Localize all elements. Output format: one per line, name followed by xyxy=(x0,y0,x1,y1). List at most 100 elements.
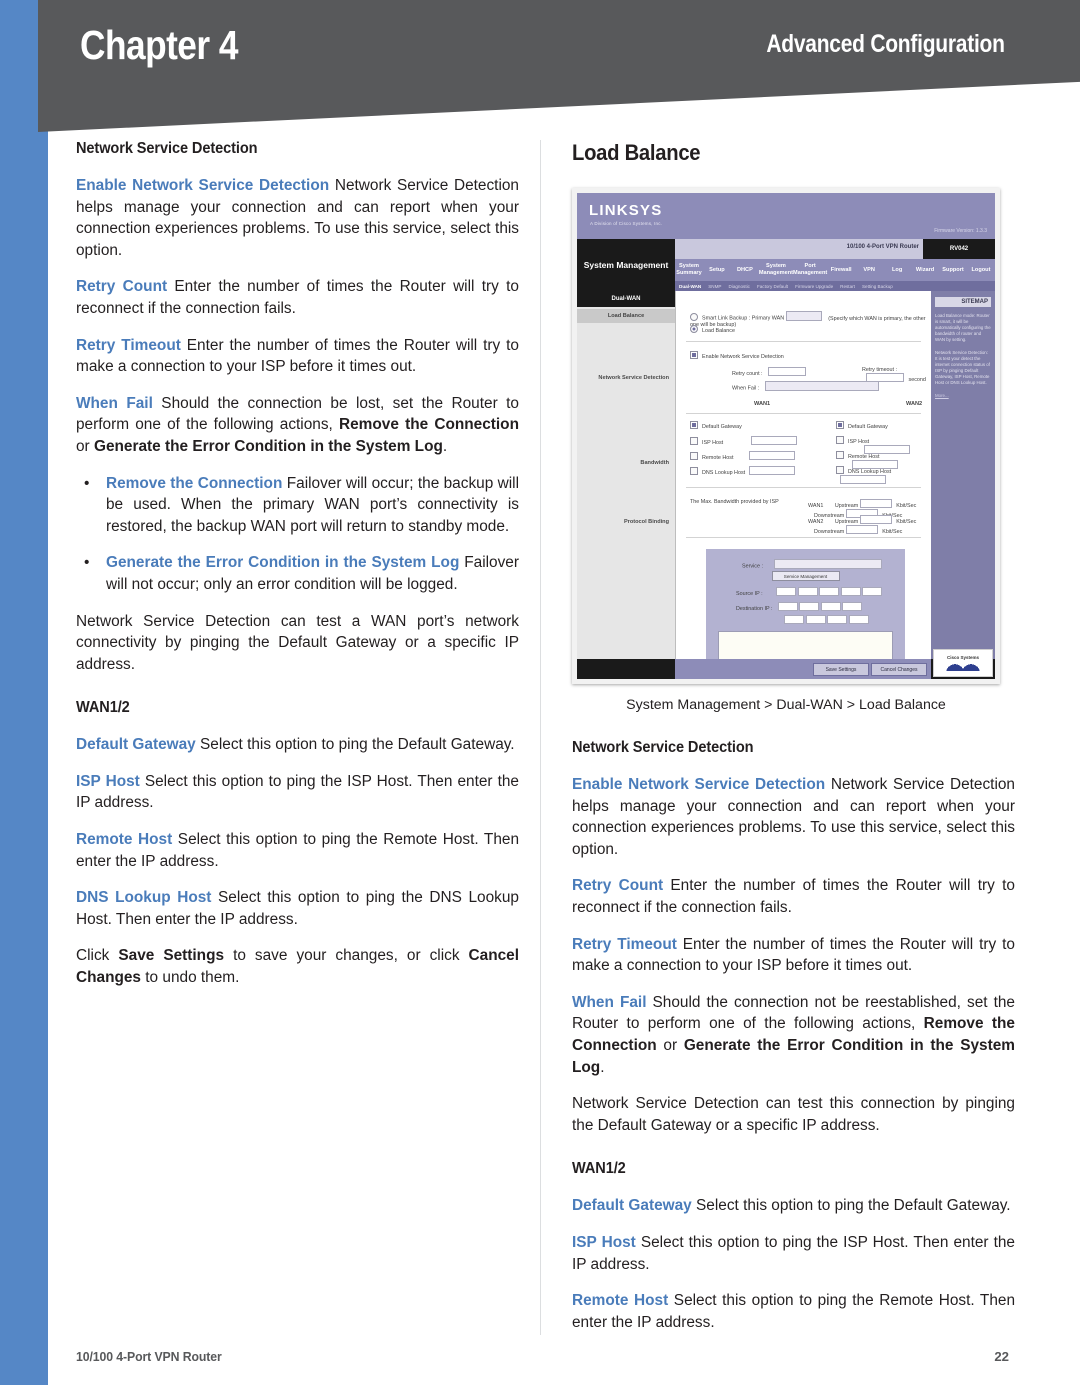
left-paragraph-dns-lookup-host: DNS Lookup Host Select this option to pi… xyxy=(76,887,519,930)
checkbox-wan2-default-gateway-icon[interactable] xyxy=(836,421,844,429)
input-dest-ip-r1[interactable] xyxy=(784,615,804,624)
input-dest-ip-4[interactable] xyxy=(842,602,863,611)
router-subtab-bar[interactable]: Dual-WAN SNMP Diagnostic Factory Default… xyxy=(675,281,995,291)
tab-log[interactable]: Log xyxy=(883,267,911,274)
checkbox-wan2-dns-lookup-icon[interactable] xyxy=(836,466,844,474)
input-wan2-dns-lookup[interactable] xyxy=(840,475,886,484)
column-header-wan2: WAN2 xyxy=(906,401,923,407)
input-dest-ip-2[interactable] xyxy=(799,602,820,611)
option-load-balance[interactable]: Load Balance xyxy=(690,325,735,334)
sidebar-item-dual-wan[interactable]: Dual-WAN xyxy=(577,291,675,307)
tab-dhcp[interactable]: DHCP xyxy=(731,267,759,274)
save-settings-button[interactable]: Save Settings xyxy=(813,663,869,676)
subtab-snmp[interactable]: SNMP xyxy=(708,284,721,289)
right-paragraph-nsd-test: Network Service Detection can test this … xyxy=(572,1095,1015,1134)
left-p6-text: Select this option to ping the Default G… xyxy=(195,736,515,754)
unit-retry-timeout: second xyxy=(908,377,926,383)
input-retry-count[interactable] xyxy=(768,367,807,376)
sidebar-item-load-balance[interactable]: Load Balance xyxy=(577,309,675,323)
checkbox-wan2-remote-host-icon[interactable] xyxy=(836,451,844,459)
input-source-ip-1[interactable] xyxy=(776,587,797,596)
router-main-pane: Smart Link Backup : Primary WAN (Specify… xyxy=(675,291,931,679)
service-management-button[interactable]: Service Management xyxy=(771,571,840,581)
input-source-ip-3[interactable] xyxy=(819,587,840,596)
sitemap-link[interactable]: SITEMAP xyxy=(935,297,991,307)
input-wan1-isp-host[interactable] xyxy=(751,436,798,445)
checkbox-wan2-isp-host-icon[interactable] xyxy=(836,436,844,444)
right-paragraph-default-gateway: Default Gateway Select this option to pi… xyxy=(572,1195,1015,1217)
more-link[interactable]: More... xyxy=(935,393,995,398)
input-wan2-downstream[interactable] xyxy=(845,525,878,534)
tab-port-management[interactable]: Port Management xyxy=(793,263,827,277)
tab-support[interactable]: Support xyxy=(939,267,967,274)
router-admin-viewport: LINKSYS A Division of Cisco Systems, Inc… xyxy=(577,193,995,679)
radio-load-balance-icon[interactable] xyxy=(690,325,698,333)
tab-firewall[interactable]: Firewall xyxy=(827,267,855,274)
cancel-changes-button[interactable]: Cancel Changes xyxy=(871,663,927,676)
wan1-check-dns-lookup-host[interactable]: DNS Lookup Host xyxy=(690,466,796,476)
checkbox-enable-nsd-icon[interactable] xyxy=(690,351,698,359)
router-model-badge[interactable]: RV042 xyxy=(923,239,995,259)
select-service[interactable] xyxy=(774,559,883,569)
wan1-check-default-gateway[interactable]: Default Gateway xyxy=(690,421,742,430)
right-paragraph-retry-count: Retry Count Enter the number of times th… xyxy=(572,875,1015,918)
tab-setup[interactable]: Setup xyxy=(703,267,731,274)
term-remove-the-connection: Remove the Connection xyxy=(106,474,283,492)
bottom-bar-middle: Save Settings Cancel Changes xyxy=(675,659,931,679)
divider-2 xyxy=(686,413,921,414)
input-dest-ip-r4[interactable] xyxy=(848,615,869,624)
tab-wizard[interactable]: Wizard xyxy=(911,267,939,274)
subtab-firmware-upgrade[interactable]: Firmware Upgrade xyxy=(795,284,833,289)
input-source-ip-5[interactable] xyxy=(862,587,883,596)
bold-generate-error-condition: Generate the Error Condition in the Syst… xyxy=(93,437,443,455)
bandwidth-wan2-upstream-unit: Kbit/Sec xyxy=(896,519,917,525)
left-p10-text-b: to save your changes, or click xyxy=(224,947,469,965)
column-divider xyxy=(540,140,541,1335)
input-dest-ip-3[interactable] xyxy=(820,602,841,611)
select-when-fail[interactable] xyxy=(764,381,879,391)
checkbox-wan1-dns-lookup-icon[interactable] xyxy=(690,467,698,475)
left-paragraph-when-fail: When Fail Should the connection be lost,… xyxy=(76,393,519,458)
input-dest-ip-r3[interactable] xyxy=(827,615,847,624)
input-source-ip-2[interactable] xyxy=(797,587,818,596)
wan2-check-default-gateway[interactable]: Default Gateway xyxy=(836,421,888,430)
subtab-setting-backup[interactable]: Setting Backup xyxy=(862,284,893,289)
left-bullet-list: • Remove the Connection Failover will occ… xyxy=(76,473,519,596)
input-source-ip-4[interactable] xyxy=(840,587,861,596)
subtab-restart[interactable]: Restart xyxy=(840,284,855,289)
checkbox-wan1-isp-host-icon[interactable] xyxy=(690,437,698,445)
chapter-title: Chapter 4 xyxy=(80,22,239,68)
router-tab-bar[interactable]: System Summary Setup DHCP System Managem… xyxy=(675,259,995,281)
subtab-diagnostic[interactable]: Diagnostic xyxy=(728,284,749,289)
left-paragraph-retry-count: Retry Count Enter the number of times th… xyxy=(76,276,519,319)
checkbox-enable-nsd[interactable]: Enable Network Service Detection xyxy=(690,351,784,360)
wan2-check-dns-lookup-host[interactable]: DNS Lookup Host xyxy=(836,466,931,485)
tab-vpn[interactable]: VPN xyxy=(855,267,883,274)
wan1-check-isp-host[interactable]: ISP Host xyxy=(690,436,798,446)
input-dest-ip-1[interactable] xyxy=(777,602,798,611)
input-wan1-upstream[interactable] xyxy=(859,499,892,508)
section-title: Advanced Configuration xyxy=(766,30,1006,58)
left-column: Network Service Detection Enable Network… xyxy=(76,140,519,989)
right-subhead-wan: WAN1/2 xyxy=(572,1160,626,1178)
input-wan2-upstream[interactable] xyxy=(859,515,892,524)
subtab-factory-default[interactable]: Factory Default xyxy=(757,284,788,289)
checkbox-wan1-default-gateway-icon[interactable] xyxy=(690,421,698,429)
input-dest-ip-r2[interactable] xyxy=(805,615,826,624)
term-dns-lookup-host: DNS Lookup Host xyxy=(76,889,212,907)
tab-system-management[interactable]: System Management xyxy=(759,263,793,277)
input-wan1-remote-host[interactable] xyxy=(749,451,796,460)
term-when-fail: When Fail xyxy=(572,993,647,1011)
page-content: Network Service Detection Enable Network… xyxy=(0,140,1080,1340)
input-wan1-dns-lookup[interactable] xyxy=(749,466,796,475)
left-paragraph-save-cancel: Click Save Settings to save your changes… xyxy=(76,945,519,988)
radio-smart-link-backup-icon[interactable] xyxy=(690,312,698,321)
subtab-dual-wan[interactable]: Dual-WAN xyxy=(679,284,701,289)
checkbox-wan1-remote-host-icon[interactable] xyxy=(690,452,698,460)
tab-system-summary[interactable]: System Summary xyxy=(675,263,703,277)
select-primary-wan[interactable] xyxy=(785,311,822,321)
left-paragraph-nsd-test: Network Service Detection can test a WAN… xyxy=(76,612,519,673)
wan1-check-remote-host[interactable]: Remote Host xyxy=(690,451,796,461)
bold-remove-the-connection: Remove the Connection xyxy=(339,416,519,434)
tab-logout[interactable]: Logout xyxy=(967,267,995,274)
